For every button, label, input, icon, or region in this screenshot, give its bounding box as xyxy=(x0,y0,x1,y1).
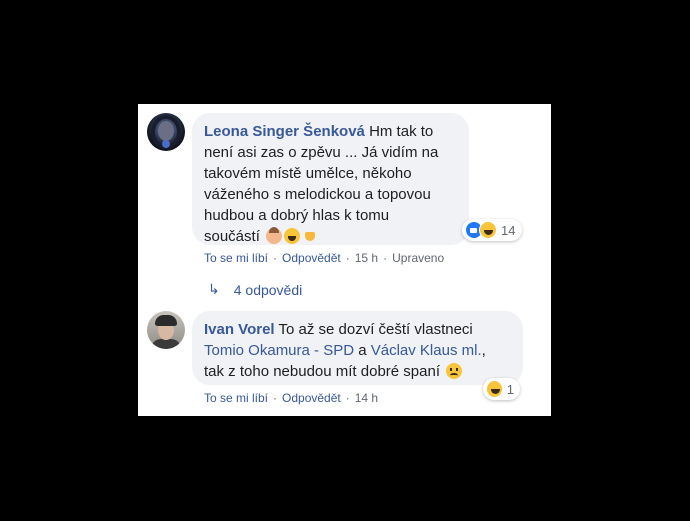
avatar[interactable] xyxy=(147,311,185,349)
comments-panel: Leona Singer Šenková Hm tak to není asi … xyxy=(138,104,551,416)
mention-link[interactable]: Tomio Okamura - SPD xyxy=(204,342,354,359)
comment-author[interactable]: Ivan Vorel xyxy=(204,321,275,338)
reply-link[interactable]: Odpovědět xyxy=(282,391,341,405)
timestamp[interactable]: 14 h xyxy=(355,391,378,405)
reaction-count: 1 xyxy=(506,381,514,397)
comment-text: takovém místě umělce, někoho xyxy=(204,165,412,182)
separator: · xyxy=(345,251,350,265)
separator: · xyxy=(273,251,278,265)
avatar[interactable] xyxy=(147,113,185,151)
timestamp[interactable]: 15 h xyxy=(355,251,378,265)
comment-author[interactable]: Leona Singer Šenková xyxy=(204,123,365,140)
reaction-summary[interactable]: 14 xyxy=(462,219,522,241)
replies-label: 4 odpovědi xyxy=(233,281,303,298)
like-link[interactable]: To se mi líbí xyxy=(204,391,268,405)
like-link[interactable]: To se mi líbí xyxy=(204,251,268,265)
comment-text: , xyxy=(481,342,486,359)
comment-bubble: Ivan Vorel To až se dozví čeští vlastnec… xyxy=(192,311,523,385)
thumbs-down-icon xyxy=(302,228,318,244)
view-replies-link[interactable]: ↳ 4 odpovědi xyxy=(208,281,302,298)
comment-text: a xyxy=(358,342,367,359)
comment-actions: To se mi líbí · Odpovědět · 15 h · Uprav… xyxy=(204,251,444,265)
comment-text: hudbou a dobrý hlas k tomu xyxy=(204,207,390,224)
haha-icon xyxy=(486,380,503,398)
separator: · xyxy=(345,391,350,405)
comment-text: není asi zas o zpěvu ... Já vidím na xyxy=(204,144,439,161)
comment-text: To až se dozví čeští vlastneci xyxy=(278,321,473,338)
comment-bubble: Leona Singer Šenková Hm tak to není asi … xyxy=(192,113,469,245)
reply-link[interactable]: Odpovědět xyxy=(282,251,341,265)
comment-text: Hm tak to xyxy=(369,123,434,140)
edited-label[interactable]: Upraveno xyxy=(392,251,444,265)
separator: · xyxy=(383,251,388,265)
crying-face-icon xyxy=(284,228,301,244)
comment-text: součástí xyxy=(204,228,260,245)
mention-link[interactable]: Václav Klaus ml. xyxy=(371,342,482,359)
reaction-count: 14 xyxy=(501,222,516,238)
separator: · xyxy=(273,391,278,405)
haha-icon xyxy=(479,221,497,239)
woman-face-icon xyxy=(266,227,283,244)
reaction-summary[interactable]: 1 xyxy=(483,378,520,400)
reply-arrow-icon: ↳ xyxy=(208,281,220,297)
comment-text: váženého s melodickou a topovou xyxy=(204,186,431,203)
comment-text: tak z toho nebudou mít dobré spaní xyxy=(204,363,440,380)
confused-face-icon xyxy=(446,363,463,379)
comment-actions: To se mi líbí · Odpovědět · 14 h xyxy=(204,391,378,405)
